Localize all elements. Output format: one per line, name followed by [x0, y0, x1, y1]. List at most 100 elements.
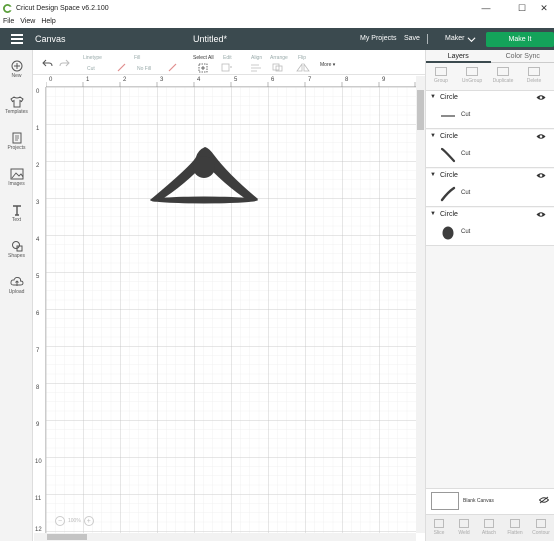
window-titlebar: Cricut Design Space v6.2.100 — ☐ ✕: [0, 0, 554, 16]
chevron-down-icon[interactable]: ▼: [430, 211, 436, 217]
layer-name: Circle: [440, 133, 458, 140]
attach-label: Attach: [481, 530, 497, 536]
arrange-icon[interactable]: [272, 63, 286, 72]
edit-label: Edit: [223, 55, 232, 61]
sidebar-item-images[interactable]: Images: [0, 168, 33, 198]
chevron-down-icon[interactable]: ▼: [430, 94, 436, 100]
base-shape: [150, 196, 258, 204]
layer-item[interactable]: ▼ Circle Cut: [426, 169, 554, 207]
sidebar-label-new: New: [11, 73, 22, 79]
eye-icon[interactable]: [536, 211, 546, 218]
sidebar-label-upload: Upload: [8, 289, 25, 295]
sidebar-item-templates[interactable]: Templates: [0, 96, 33, 126]
ruler-left-label: 10: [35, 459, 42, 465]
ruler-left-label: 1: [36, 126, 40, 132]
tab-layers[interactable]: Layers: [426, 50, 491, 63]
hamburger-menu-icon[interactable]: [11, 34, 23, 44]
layer-thumbnail: [440, 147, 456, 163]
sidebar-label-projects: Projects: [7, 145, 26, 151]
trash-icon: [528, 67, 540, 76]
horizontal-scrollbar[interactable]: [34, 533, 416, 541]
menu-view[interactable]: View: [20, 18, 35, 25]
vertical-scrollbar[interactable]: [416, 76, 425, 533]
layer-operation: Cut: [461, 190, 471, 196]
delete-button[interactable]: Delete: [521, 64, 547, 84]
design-canvas[interactable]: [46, 87, 416, 533]
layer-item[interactable]: ▼ Circle Cut: [426, 91, 554, 129]
layer-item[interactable]: ▼ Circle Cut: [426, 208, 554, 246]
sidebar-label-templates: Templates: [5, 109, 28, 115]
text-icon: [12, 205, 21, 216]
align-icon[interactable]: [250, 63, 264, 72]
machine-selector[interactable]: Maker: [445, 35, 464, 42]
fill-select[interactable]: No Fill: [137, 66, 151, 72]
layer-operation: Cut: [461, 151, 471, 157]
flatten-label: Flatten: [507, 530, 523, 536]
flip-icon[interactable]: [296, 63, 310, 72]
menu-file[interactable]: File: [3, 18, 14, 25]
select-all-icon[interactable]: [198, 63, 208, 73]
slice-button[interactable]: Slice: [426, 515, 452, 536]
zoom-out-button[interactable]: −: [55, 516, 65, 526]
layer-item[interactable]: ▼ Circle Cut: [426, 130, 554, 168]
eye-hidden-icon[interactable]: [539, 496, 549, 504]
contour-button[interactable]: Contour: [528, 515, 554, 536]
ruler-left-label: 0: [36, 89, 40, 95]
zoom-in-button[interactable]: +: [83, 516, 94, 526]
ruler-left-label: 11: [35, 496, 42, 502]
ruler-left-label: 2: [36, 163, 40, 169]
redo-icon[interactable]: [59, 59, 70, 67]
minimize-button[interactable]: —: [473, 0, 499, 16]
sidebar-item-upload[interactable]: Upload: [0, 276, 33, 306]
ungroup-label: UnGroup: [461, 78, 483, 84]
section-title: Canvas: [35, 34, 66, 44]
layer-thumbnail: [441, 115, 455, 117]
blank-canvas-row[interactable]: Blank Canvas: [426, 488, 554, 514]
my-projects-button[interactable]: My Projects: [360, 35, 397, 42]
linetype-swatch-icon[interactable]: [117, 63, 126, 72]
delete-label: Delete: [526, 78, 542, 84]
sidebar-item-projects[interactable]: Projects: [0, 132, 33, 162]
scrollbar-thumb[interactable]: [417, 90, 424, 130]
weld-button[interactable]: Weld: [451, 515, 477, 536]
undo-icon[interactable]: [42, 59, 53, 67]
save-button[interactable]: Save: [404, 35, 420, 42]
flatten-button[interactable]: Flatten: [502, 515, 528, 536]
linetype-select[interactable]: Cut: [87, 66, 95, 72]
edit-icon[interactable]: [221, 63, 233, 72]
duplicate-button[interactable]: Duplicate: [490, 64, 516, 84]
upload-icon: [9, 276, 23, 286]
ruler-top: 0 1 2 3 4 5 6 7 8 9 10: [46, 76, 425, 87]
ruler-left-label: 9: [36, 422, 40, 428]
layer-name: Circle: [440, 172, 458, 179]
sidebar-item-shapes[interactable]: Shapes: [0, 240, 33, 270]
eye-icon[interactable]: [536, 133, 546, 140]
slice-icon: [434, 519, 444, 528]
canvas-swatch[interactable]: [431, 492, 459, 510]
sidebar-item-new[interactable]: New: [0, 60, 33, 90]
fill-swatch-icon[interactable]: [168, 63, 177, 72]
ungroup-icon: [466, 67, 478, 76]
weld-icon: [459, 519, 469, 528]
eye-icon[interactable]: [536, 94, 546, 101]
eye-icon[interactable]: [536, 172, 546, 179]
close-button[interactable]: ✕: [531, 0, 554, 16]
more-dropdown[interactable]: More ▾: [320, 62, 335, 68]
center-circle-shape: [193, 156, 215, 178]
make-it-button[interactable]: Make It: [486, 32, 554, 47]
menu-help[interactable]: Help: [41, 18, 55, 25]
group-button[interactable]: Group: [428, 64, 454, 84]
chevron-down-icon[interactable]: [467, 35, 476, 44]
attach-button[interactable]: Attach: [476, 515, 502, 536]
ungroup-button[interactable]: UnGroup: [459, 64, 485, 84]
sidebar-item-text[interactable]: Text: [0, 204, 33, 234]
zoom-level: 100%: [68, 518, 81, 524]
attach-icon: [484, 519, 494, 528]
tab-color-sync[interactable]: Color Sync: [490, 50, 554, 63]
layer-name: Circle: [440, 211, 458, 218]
left-sidebar: New Templates Projects Images Text Shape…: [0, 50, 33, 541]
chevron-down-icon[interactable]: ▼: [430, 172, 436, 178]
select-all-label: Select All: [193, 55, 214, 61]
chevron-down-icon[interactable]: ▼: [430, 133, 436, 139]
scrollbar-thumb[interactable]: [47, 534, 87, 540]
